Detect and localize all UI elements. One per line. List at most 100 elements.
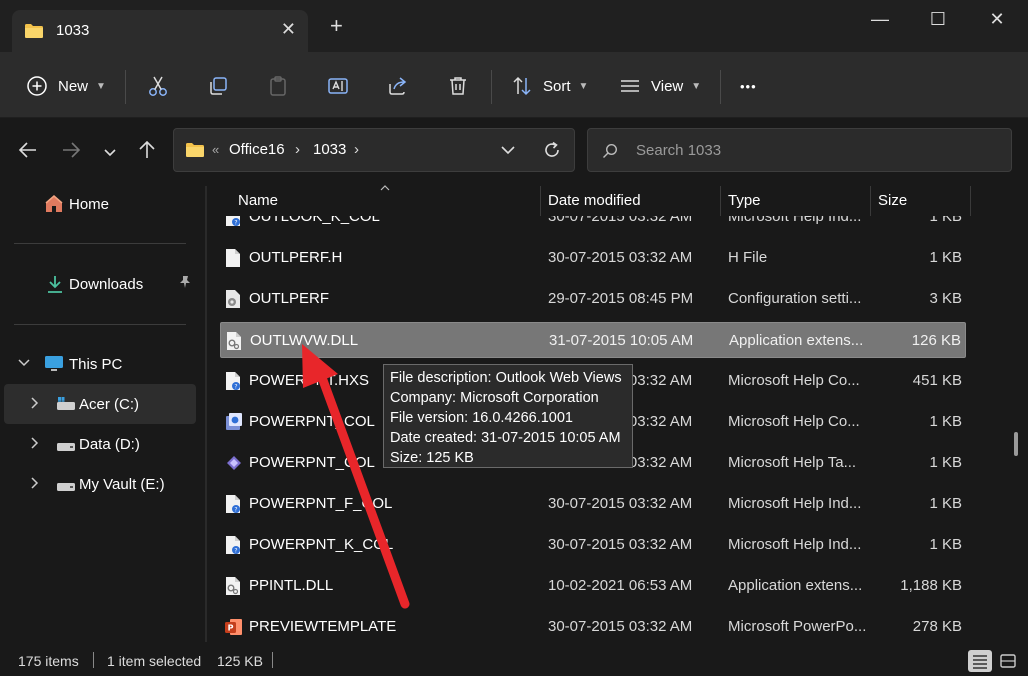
nav-drive-d[interactable]: Data (D:) xyxy=(4,424,196,464)
chevron-right-icon[interactable] xyxy=(30,437,40,452)
file-date-modified: 30-07-2015 03:32 AM xyxy=(548,618,693,635)
help-file-icon: ? xyxy=(224,535,242,559)
cut-button[interactable] xyxy=(147,72,169,100)
pane-splitter[interactable] xyxy=(205,186,207,642)
sort-button[interactable]: Sort ▼ xyxy=(511,72,588,100)
powerpoint-file-icon: P xyxy=(224,617,244,641)
file-name: POWERPNT_COL xyxy=(249,413,375,430)
nav-drive-e[interactable]: My Vault (E:) xyxy=(4,464,196,504)
delete-icon xyxy=(447,75,469,97)
file-type: Microsoft Help Co... xyxy=(728,372,860,389)
vertical-scrollbar-thumb[interactable] xyxy=(1014,432,1018,456)
sort-ascending-icon xyxy=(380,182,390,194)
forward-button[interactable] xyxy=(61,141,81,162)
file-type: Configuration setti... xyxy=(728,290,862,307)
share-button[interactable] xyxy=(387,72,409,100)
table-row[interactable]: OUTLPERF 29-07-2015 08:45 PM Configuration… xyxy=(220,281,966,317)
rename-icon xyxy=(327,75,349,97)
rename-button[interactable] xyxy=(327,72,349,100)
status-selection: 1 item selected xyxy=(107,653,202,669)
paste-button[interactable] xyxy=(267,72,289,100)
column-divider[interactable] xyxy=(970,186,971,216)
tiles-view-icon xyxy=(1000,654,1016,668)
chevron-down-icon xyxy=(501,146,515,155)
drive-icon xyxy=(56,479,76,496)
file-type: Application extens... xyxy=(729,332,864,349)
breadcrumb-separator[interactable]: › xyxy=(295,141,300,158)
recent-locations-button[interactable] xyxy=(103,145,117,161)
column-divider[interactable] xyxy=(720,186,721,216)
search-input[interactable] xyxy=(636,139,996,161)
chevron-right-icon[interactable] xyxy=(30,477,40,492)
table-row[interactable]: OUTLPERF.H 30-07-2015 03:32 AM H File 1 KB xyxy=(220,240,966,276)
nav-downloads-label: Downloads xyxy=(69,276,144,293)
toolbar-divider xyxy=(125,70,126,104)
navigation-pane: Home Downloads This PC Acer (C:) Data (D… xyxy=(0,182,200,644)
table-row[interactable]: ? POWERPNT_F_COL 30-07-2015 03:32 AM Micros… xyxy=(220,486,966,522)
view-button[interactable]: View ▼ xyxy=(619,72,701,100)
chevron-right-icon[interactable] xyxy=(30,397,40,412)
nav-this-pc[interactable]: This PC xyxy=(4,344,196,384)
file-date-modified: 30-07-2015 03:32 AM xyxy=(548,495,693,512)
file-size: 1 KB xyxy=(929,249,962,266)
breadcrumb-1033[interactable]: 1033 xyxy=(313,141,346,158)
refresh-button[interactable] xyxy=(542,140,562,163)
close-window-button[interactable]: ✕ xyxy=(977,6,1017,36)
nav-drive-c[interactable]: Acer (C:) xyxy=(4,384,196,424)
address-history-button[interactable] xyxy=(500,142,516,161)
minimize-button[interactable]: — xyxy=(860,6,900,36)
file-name: PPINTL.DLL xyxy=(249,577,334,594)
status-bar: 175 items 1 item selected 125 KB xyxy=(0,644,1028,676)
column-header-size[interactable]: Size xyxy=(878,192,907,209)
breadcrumb-separator[interactable]: › xyxy=(354,141,359,158)
file-size: 1 KB xyxy=(929,454,962,471)
new-label: New xyxy=(58,77,89,95)
tiles-view-button[interactable] xyxy=(996,650,1020,672)
table-row[interactable]: PPINTL.DLL 10-02-2021 06:53 AM Application… xyxy=(220,568,966,604)
details-view-button[interactable] xyxy=(968,650,992,672)
column-header-date[interactable]: Date modified xyxy=(548,192,641,209)
table-row[interactable]: P PREVIEWTEMPLATE 30-07-2015 03:32 AM Micro… xyxy=(220,609,966,644)
windows-drive-icon xyxy=(56,397,76,415)
title-bar: 1033 ✕ + — ☐ ✕ xyxy=(0,0,1028,52)
column-header-type[interactable]: Type xyxy=(728,192,761,209)
file-size: 126 KB xyxy=(911,332,961,349)
file-size: 278 KB xyxy=(912,618,962,635)
breadcrumb-office16[interactable]: Office16 xyxy=(229,141,285,158)
table-row-selected[interactable]: OUTLWVW.DLL 31-07-2015 10:05 AM Applicatio… xyxy=(220,322,966,358)
tab-1033[interactable]: 1033 ✕ xyxy=(12,10,308,52)
up-button[interactable] xyxy=(138,140,156,163)
delete-button[interactable] xyxy=(447,72,469,100)
copy-button[interactable] xyxy=(207,72,229,100)
folder-icon xyxy=(24,23,44,42)
search-box[interactable] xyxy=(587,128,1012,172)
more-options-button[interactable]: ••• xyxy=(740,72,757,100)
status-selection-size: 125 KB xyxy=(217,653,263,669)
help-file-icon: ? xyxy=(224,494,242,518)
help-collection-icon xyxy=(224,412,244,436)
nav-home[interactable]: Home xyxy=(4,184,196,224)
close-tab-icon[interactable]: ✕ xyxy=(281,19,296,40)
new-button[interactable]: New ▼ xyxy=(26,72,106,100)
chevron-down-icon[interactable] xyxy=(18,357,30,371)
file-name: OUTLPERF xyxy=(249,290,330,307)
nav-downloads[interactable]: Downloads xyxy=(4,264,196,304)
share-icon xyxy=(387,75,409,97)
column-divider[interactable] xyxy=(540,186,541,216)
nav-home-label: Home xyxy=(69,196,110,213)
table-row[interactable]: ? POWERPNT_K_COL 30-07-2015 03:32 AM Micros… xyxy=(220,527,966,563)
column-header-bar: Name Date modified Type Size xyxy=(212,182,1018,216)
maximize-button[interactable]: ☐ xyxy=(918,6,958,36)
toolbar-divider xyxy=(720,70,721,104)
address-bar[interactable]: « Office16 › 1033 › xyxy=(173,128,575,172)
file-name: POWERPNT_COL xyxy=(249,454,375,471)
file-type: Microsoft Help Co... xyxy=(728,413,860,430)
column-header-name[interactable]: Name xyxy=(238,192,278,209)
overflow-crumbs-button[interactable]: « xyxy=(212,142,219,157)
pin-icon[interactable] xyxy=(178,275,192,293)
column-divider[interactable] xyxy=(870,186,871,216)
back-button[interactable] xyxy=(18,141,38,162)
new-tab-button[interactable]: + xyxy=(330,15,343,37)
folder-icon xyxy=(185,142,205,161)
file-date-modified: 10-02-2021 06:53 AM xyxy=(548,577,693,594)
